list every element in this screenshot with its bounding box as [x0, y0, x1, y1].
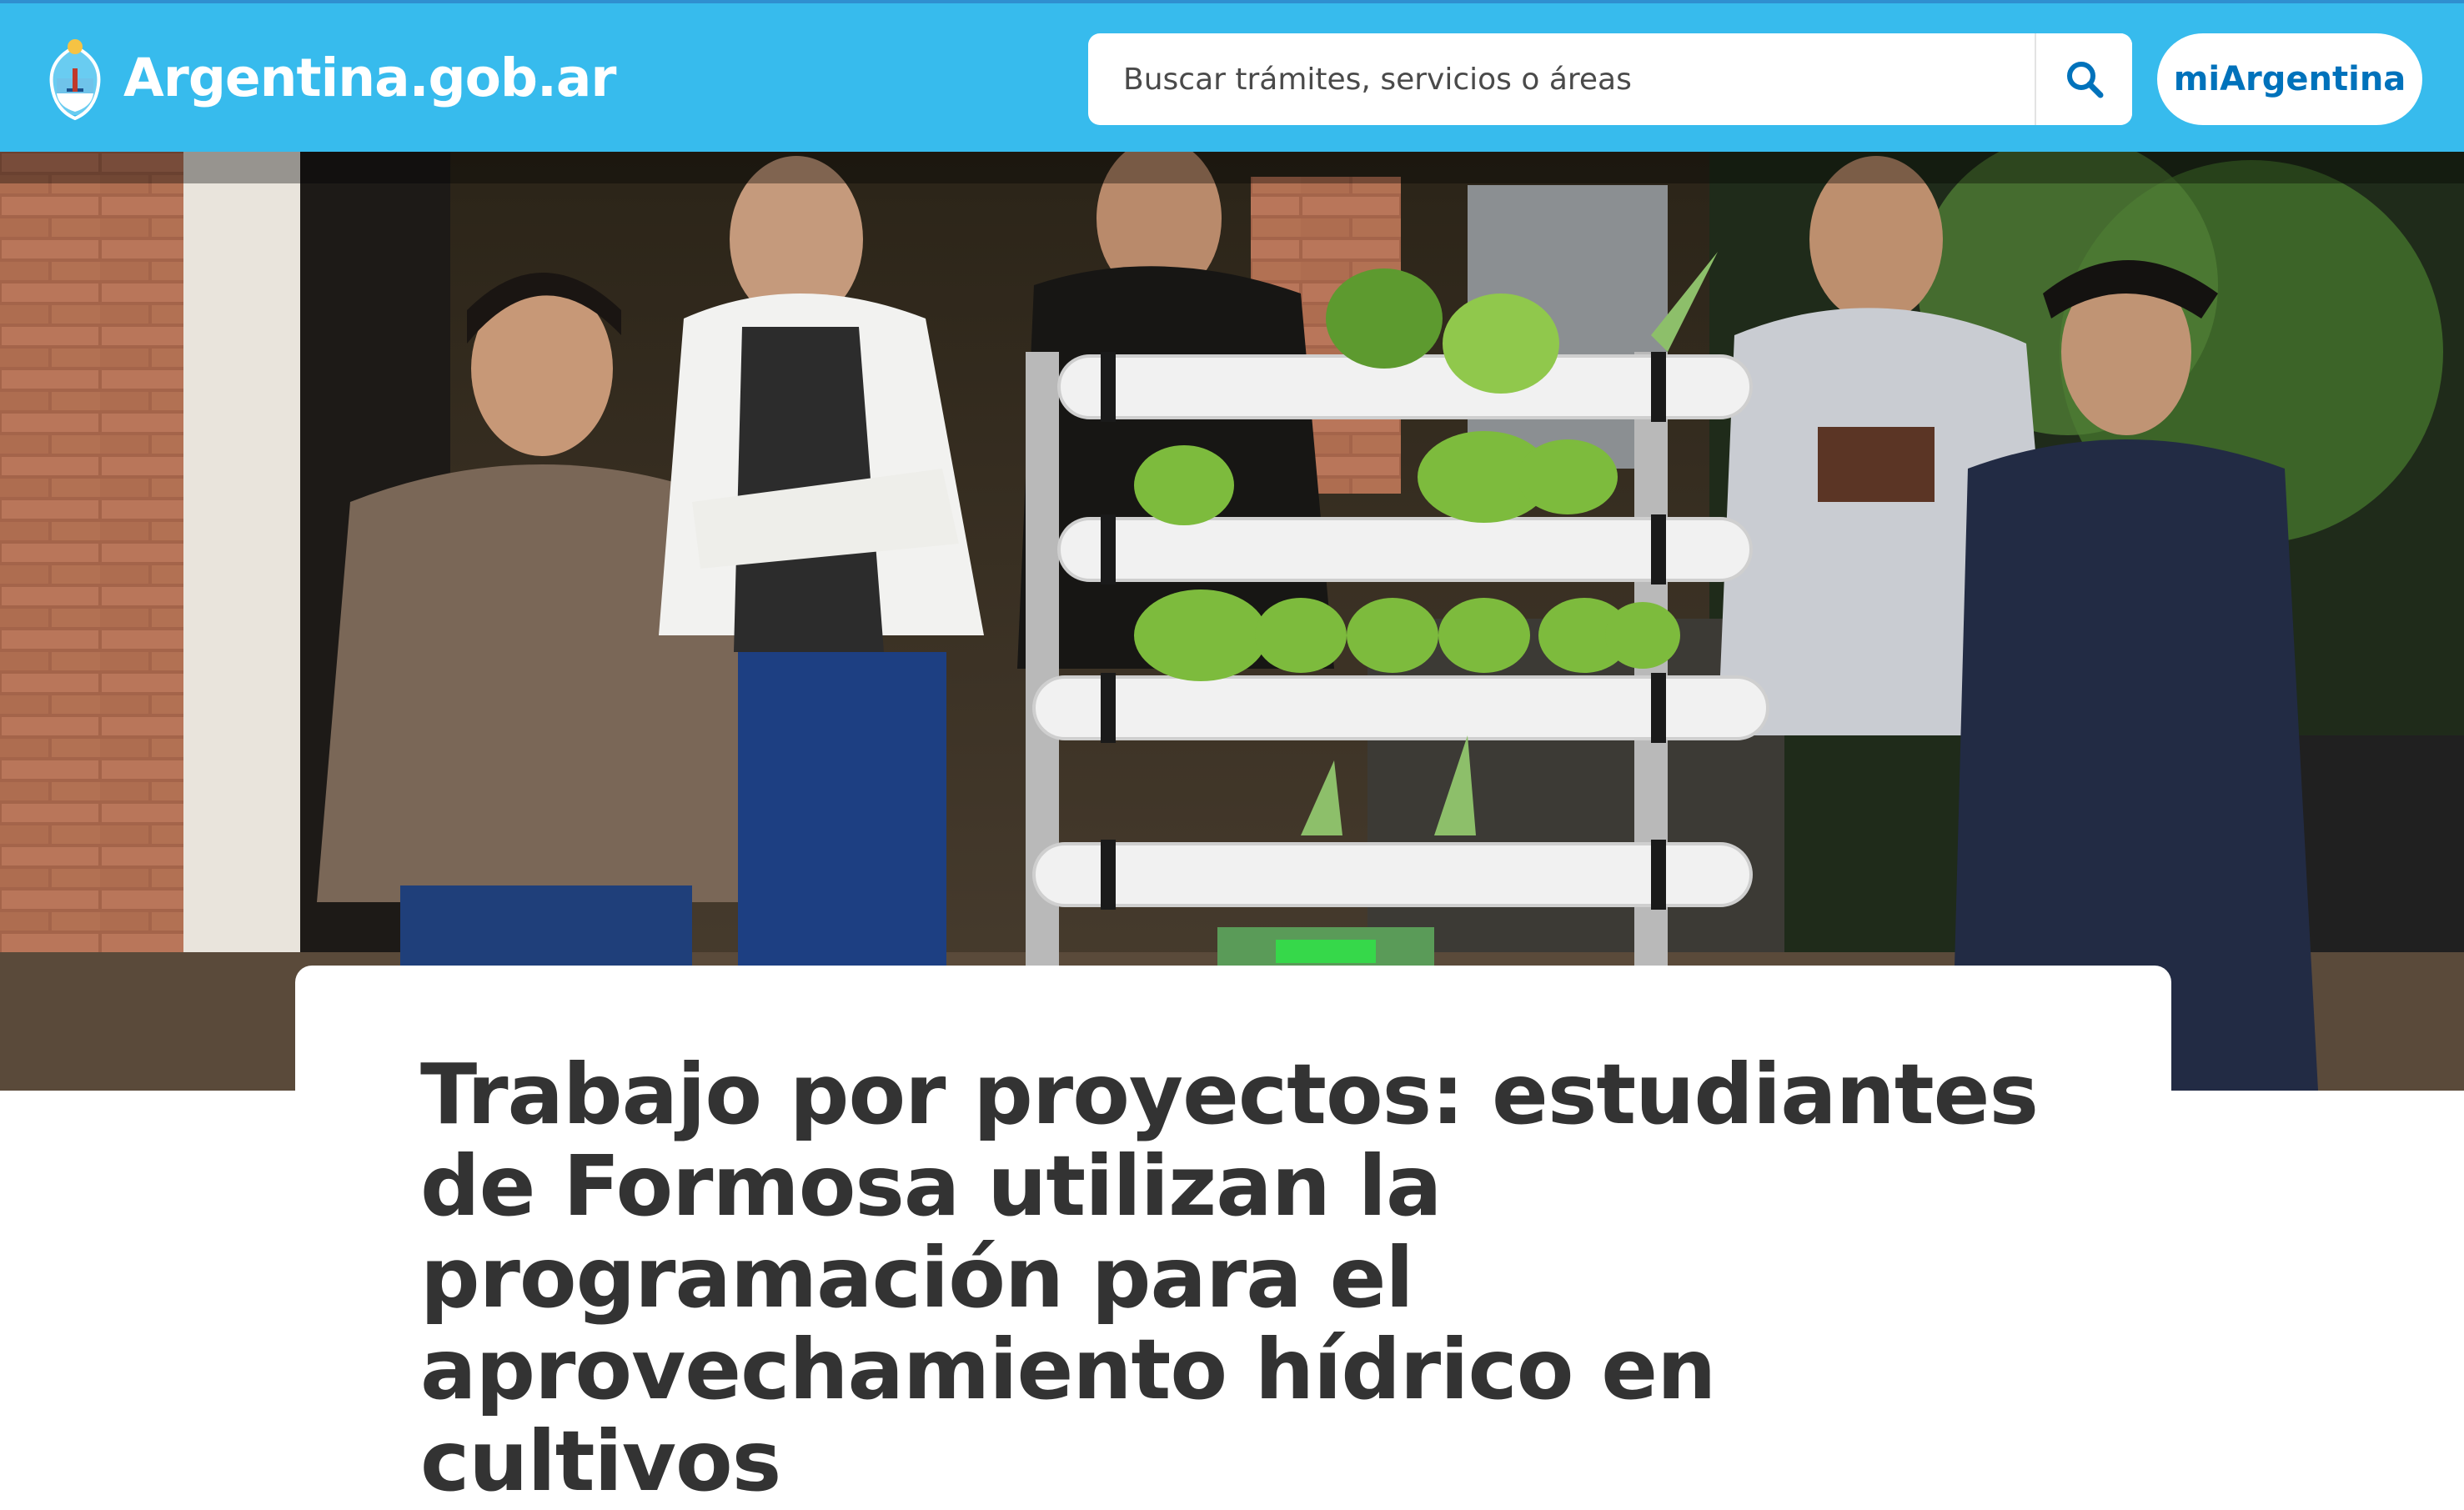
search-bar — [1088, 33, 2132, 125]
article-title: Trabajo por proyectos: estudiantes de Fo… — [420, 1046, 2039, 1510]
search-button[interactable] — [2035, 33, 2132, 125]
hero-image — [0, 152, 2464, 1091]
home-link[interactable]: Argentina.gob.ar — [45, 35, 616, 122]
site-header: Argentina.gob.ar miArgentina — [0, 0, 2464, 152]
escudo-nacional-icon — [49, 39, 101, 121]
miargentina-button[interactable]: miArgentina — [2157, 33, 2422, 125]
hero-photo — [0, 152, 2464, 1091]
article-card: Trabajo por proyectos: estudiantes de Fo… — [295, 966, 2171, 1507]
brand-name: Argentina.gob.ar — [123, 48, 616, 108]
white-column — [183, 152, 300, 1091]
search-icon — [2066, 62, 2103, 98]
search-input[interactable] — [1088, 33, 2035, 125]
